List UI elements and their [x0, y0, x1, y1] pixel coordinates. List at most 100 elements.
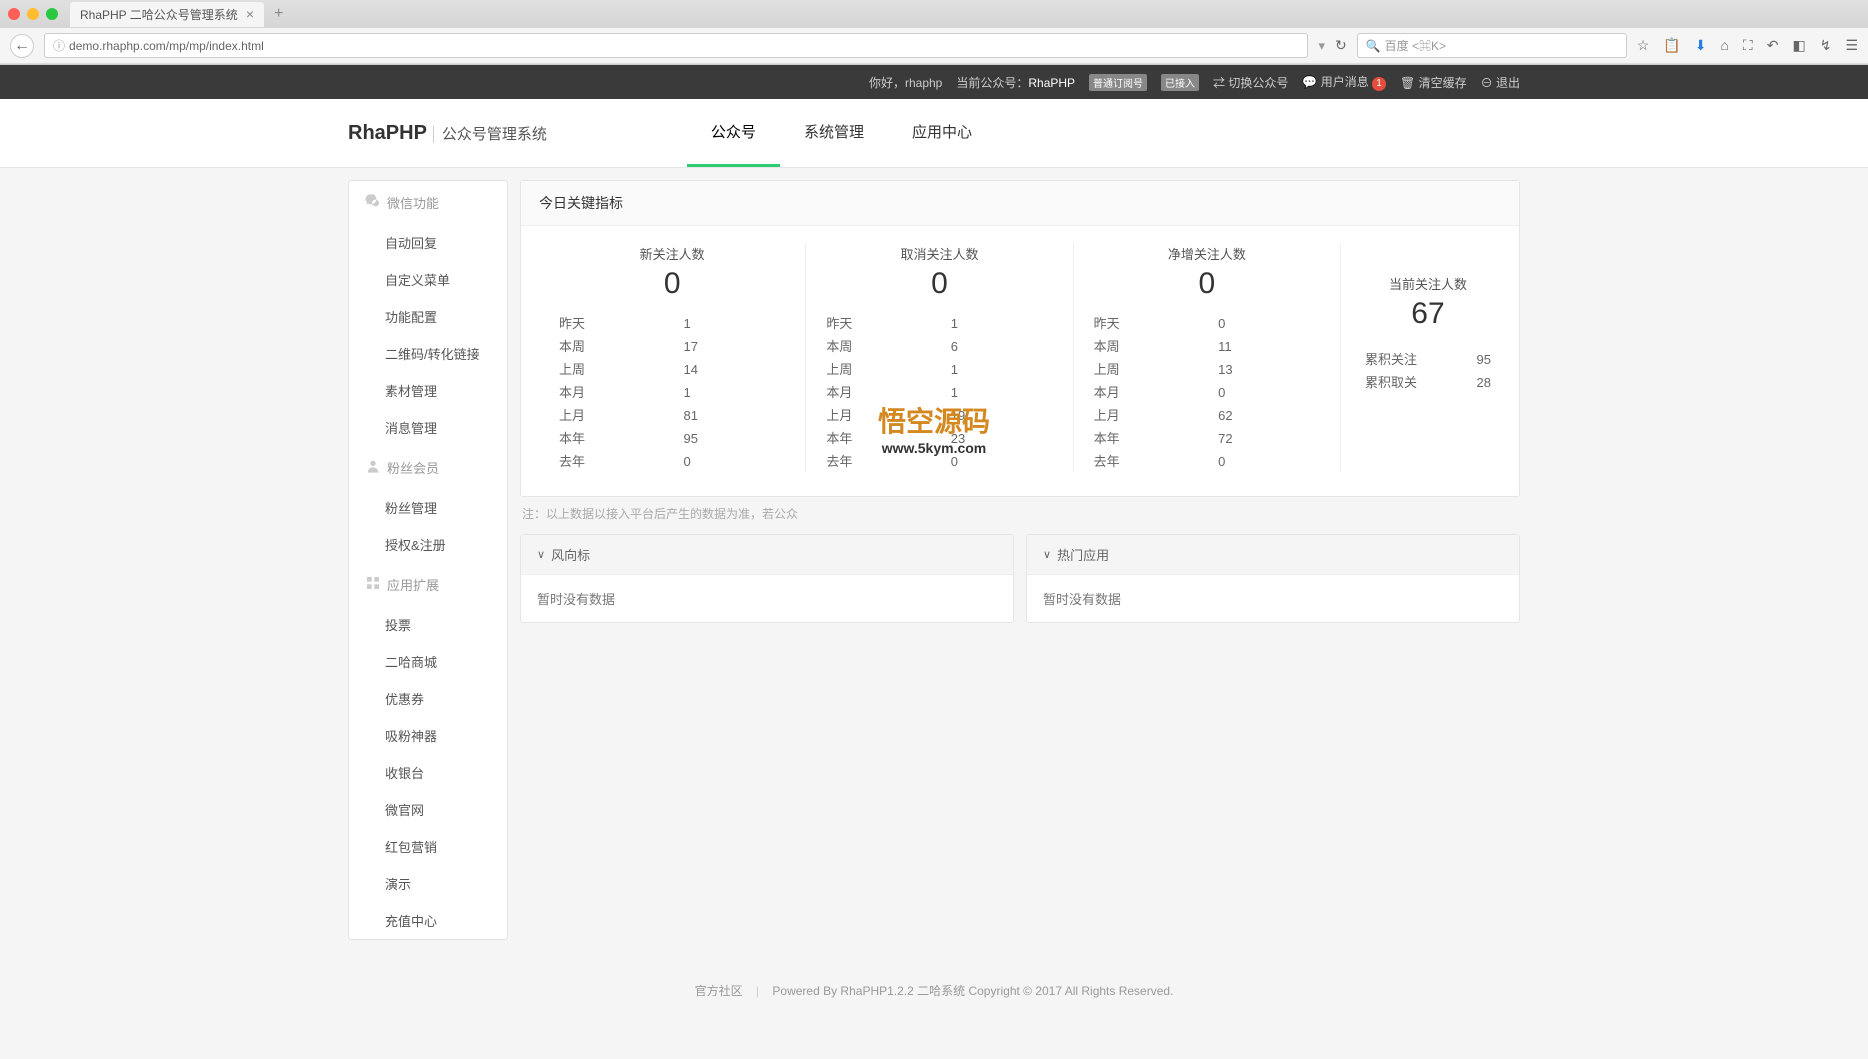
toolbar-icons: ☆ 📋 ⬇ ⌂ ⛶ ↶ ◧ ↯ ☰ [1637, 37, 1858, 54]
sidebar-item[interactable]: 自动回复 [349, 224, 507, 261]
home-icon[interactable]: ⌂ [1720, 37, 1728, 54]
dropdown-icon[interactable]: ▾ [1318, 38, 1325, 54]
sidebar-item[interactable]: 授权&注册 [349, 526, 507, 563]
metric-row: 本周11 [1094, 334, 1320, 357]
top-info-bar: 你好，rhaphp 当前公众号：RhaPHP 普通订阅号 已接入 ⇄ 切换公众号… [0, 65, 1868, 99]
minimize-icon[interactable] [27, 8, 39, 20]
sidebar-item[interactable]: 消息管理 [349, 409, 507, 446]
sidebar-item[interactable]: 吸粉神器 [349, 717, 507, 754]
section-panel: ∨风向标暂时没有数据 [520, 534, 1014, 623]
sidebar-item[interactable]: 微官网 [349, 791, 507, 828]
browser-tab[interactable]: RhaPHP 二哈公众号管理系统 × [70, 2, 264, 27]
sidebar-item[interactable]: 投票 [349, 606, 507, 643]
bookmark-icon[interactable]: ☆ [1637, 37, 1650, 54]
metric-column: 取消关注人数0昨天1本周6上周1本月1上月19本年23去年0 [806, 244, 1073, 472]
metric-row: 上月19 [826, 403, 1052, 426]
logo: RhaPHP公众号管理系统 [348, 122, 547, 145]
download-icon[interactable]: ⬇ [1695, 37, 1707, 54]
close-icon[interactable] [8, 8, 20, 20]
metric-column: 新关注人数0昨天1本周17上周14本月1上月81本年95去年0 [539, 244, 806, 472]
metric-label: 新关注人数 [559, 244, 785, 263]
sidebar-item[interactable]: 充值中心 [349, 902, 507, 939]
metric-row: 上周14 [559, 357, 785, 380]
metric-value: 0 [826, 267, 1052, 301]
metric-row: 上月62 [1094, 403, 1320, 426]
sidebar-item[interactable]: 粉丝管理 [349, 489, 507, 526]
tab-close-icon[interactable]: × [246, 6, 254, 22]
footer: 官方社区 | Powered By RhaPHP1.2.2 二哈系统 Copyr… [0, 952, 1868, 1059]
clear-cache-link[interactable]: 🗑 清空缓存 [1400, 74, 1467, 91]
url-text: demo.rhaphp.com/mp/mp/index.html [69, 39, 264, 53]
nav-tab[interactable]: 应用中心 [888, 99, 996, 167]
site-info-icon[interactable]: ⓘ [53, 37, 65, 54]
url-bar: ← ⓘ demo.rhaphp.com/mp/mp/index.html ▾ ↻… [0, 28, 1868, 64]
section-header[interactable]: ∨热门应用 [1027, 535, 1519, 575]
sidebar-item[interactable]: 红包营销 [349, 828, 507, 865]
footnote: 注：以上数据以接入平台后产生的数据为准，若公众 [520, 497, 1520, 530]
sync-icon[interactable]: ↯ [1820, 37, 1832, 54]
apps-icon [365, 575, 381, 594]
message-count-badge: 1 [1372, 77, 1386, 91]
maximize-icon[interactable] [46, 8, 58, 20]
metric-value: 0 [559, 267, 785, 301]
metric-row: 昨天0 [1094, 311, 1320, 334]
section-body: 暂时没有数据 [521, 575, 1013, 622]
new-tab-button[interactable]: + [274, 5, 283, 23]
greeting: 你好，rhaphp [869, 74, 942, 91]
nav-tab[interactable]: 系统管理 [780, 99, 888, 167]
connected-badge: 已接入 [1161, 74, 1199, 91]
sidebar-group-title: 应用扩展 [349, 563, 507, 606]
metrics-row: 新关注人数0昨天1本周17上周14本月1上月81本年95去年0取消关注人数0昨天… [521, 226, 1519, 496]
metric-row: 本月0 [1094, 380, 1320, 403]
footer-community-link[interactable]: 官方社区 [695, 984, 743, 998]
clipboard-icon[interactable]: 📋 [1663, 37, 1680, 54]
search-placeholder: 百度 <⌘K> [1385, 37, 1446, 54]
sidebar-item[interactable]: 优惠券 [349, 680, 507, 717]
menu-icon[interactable]: ☰ [1845, 37, 1858, 54]
sidebar-item[interactable]: 自定义菜单 [349, 261, 507, 298]
metric-row: 上月81 [559, 403, 785, 426]
user-messages-link[interactable]: 💬 用户消息 1 [1302, 73, 1386, 91]
nav-tab[interactable]: 公众号 [687, 99, 780, 167]
undo-icon[interactable]: ↶ [1767, 37, 1779, 54]
tab-bar: RhaPHP 二哈公众号管理系统 × + [0, 0, 1868, 28]
section-header[interactable]: ∨风向标 [521, 535, 1013, 575]
tab-title: RhaPHP 二哈公众号管理系统 [80, 6, 238, 23]
account-type-badge: 普通订阅号 [1089, 74, 1147, 91]
sidebar-item[interactable]: 素材管理 [349, 372, 507, 409]
sidebar-item[interactable]: 二维码/转化链接 [349, 335, 507, 372]
sidebar-item[interactable]: 二哈商城 [349, 643, 507, 680]
metric-label: 取消关注人数 [826, 244, 1052, 263]
current-account: 当前公众号：RhaPHP [956, 74, 1075, 91]
metric-row: 本月1 [559, 380, 785, 403]
chevron-down-icon: ∨ [1043, 548, 1051, 561]
fullscreen-icon[interactable]: ⛶ [1743, 37, 1753, 54]
summary-column: 当前关注人数67累积关注95累积取关28 [1341, 244, 1501, 472]
summary-row: 累积关注95 [1365, 347, 1491, 370]
sidebar-item[interactable]: 演示 [349, 865, 507, 902]
metrics-panel: 今日关键指标 新关注人数0昨天1本周17上周14本月1上月81本年95去年0取消… [520, 180, 1520, 497]
extension-icon[interactable]: ◧ [1792, 37, 1805, 54]
sidebar-item[interactable]: 收银台 [349, 754, 507, 791]
back-button[interactable]: ← [10, 34, 34, 58]
main-header: RhaPHP公众号管理系统 公众号系统管理应用中心 [0, 99, 1868, 168]
metric-row: 本年72 [1094, 426, 1320, 449]
user-icon [365, 458, 381, 477]
metric-row: 本年23 [826, 426, 1052, 449]
metric-row: 本年95 [559, 426, 785, 449]
summary-value: 67 [1365, 297, 1491, 331]
metric-row: 昨天1 [559, 311, 785, 334]
refresh-button[interactable]: ↻ [1335, 37, 1347, 54]
browser-search[interactable]: 🔍 百度 <⌘K> [1357, 33, 1627, 58]
window-controls [8, 8, 58, 20]
address-bar[interactable]: ⓘ demo.rhaphp.com/mp/mp/index.html [44, 33, 1308, 58]
metric-label: 净增关注人数 [1094, 244, 1320, 263]
logout-link[interactable]: ⊖ 退出 [1481, 74, 1520, 91]
sidebar-item[interactable]: 功能配置 [349, 298, 507, 335]
footer-copyright: Powered By RhaPHP1.2.2 二哈系统 Copyright © … [772, 984, 1173, 998]
wechat-icon [365, 193, 381, 212]
search-icon: 🔍 [1366, 39, 1381, 53]
chevron-down-icon: ∨ [537, 548, 545, 561]
sidebar: 微信功能自动回复自定义菜单功能配置二维码/转化链接素材管理消息管理粉丝会员粉丝管… [348, 180, 508, 940]
switch-account-link[interactable]: ⇄ 切换公众号 [1213, 74, 1288, 91]
